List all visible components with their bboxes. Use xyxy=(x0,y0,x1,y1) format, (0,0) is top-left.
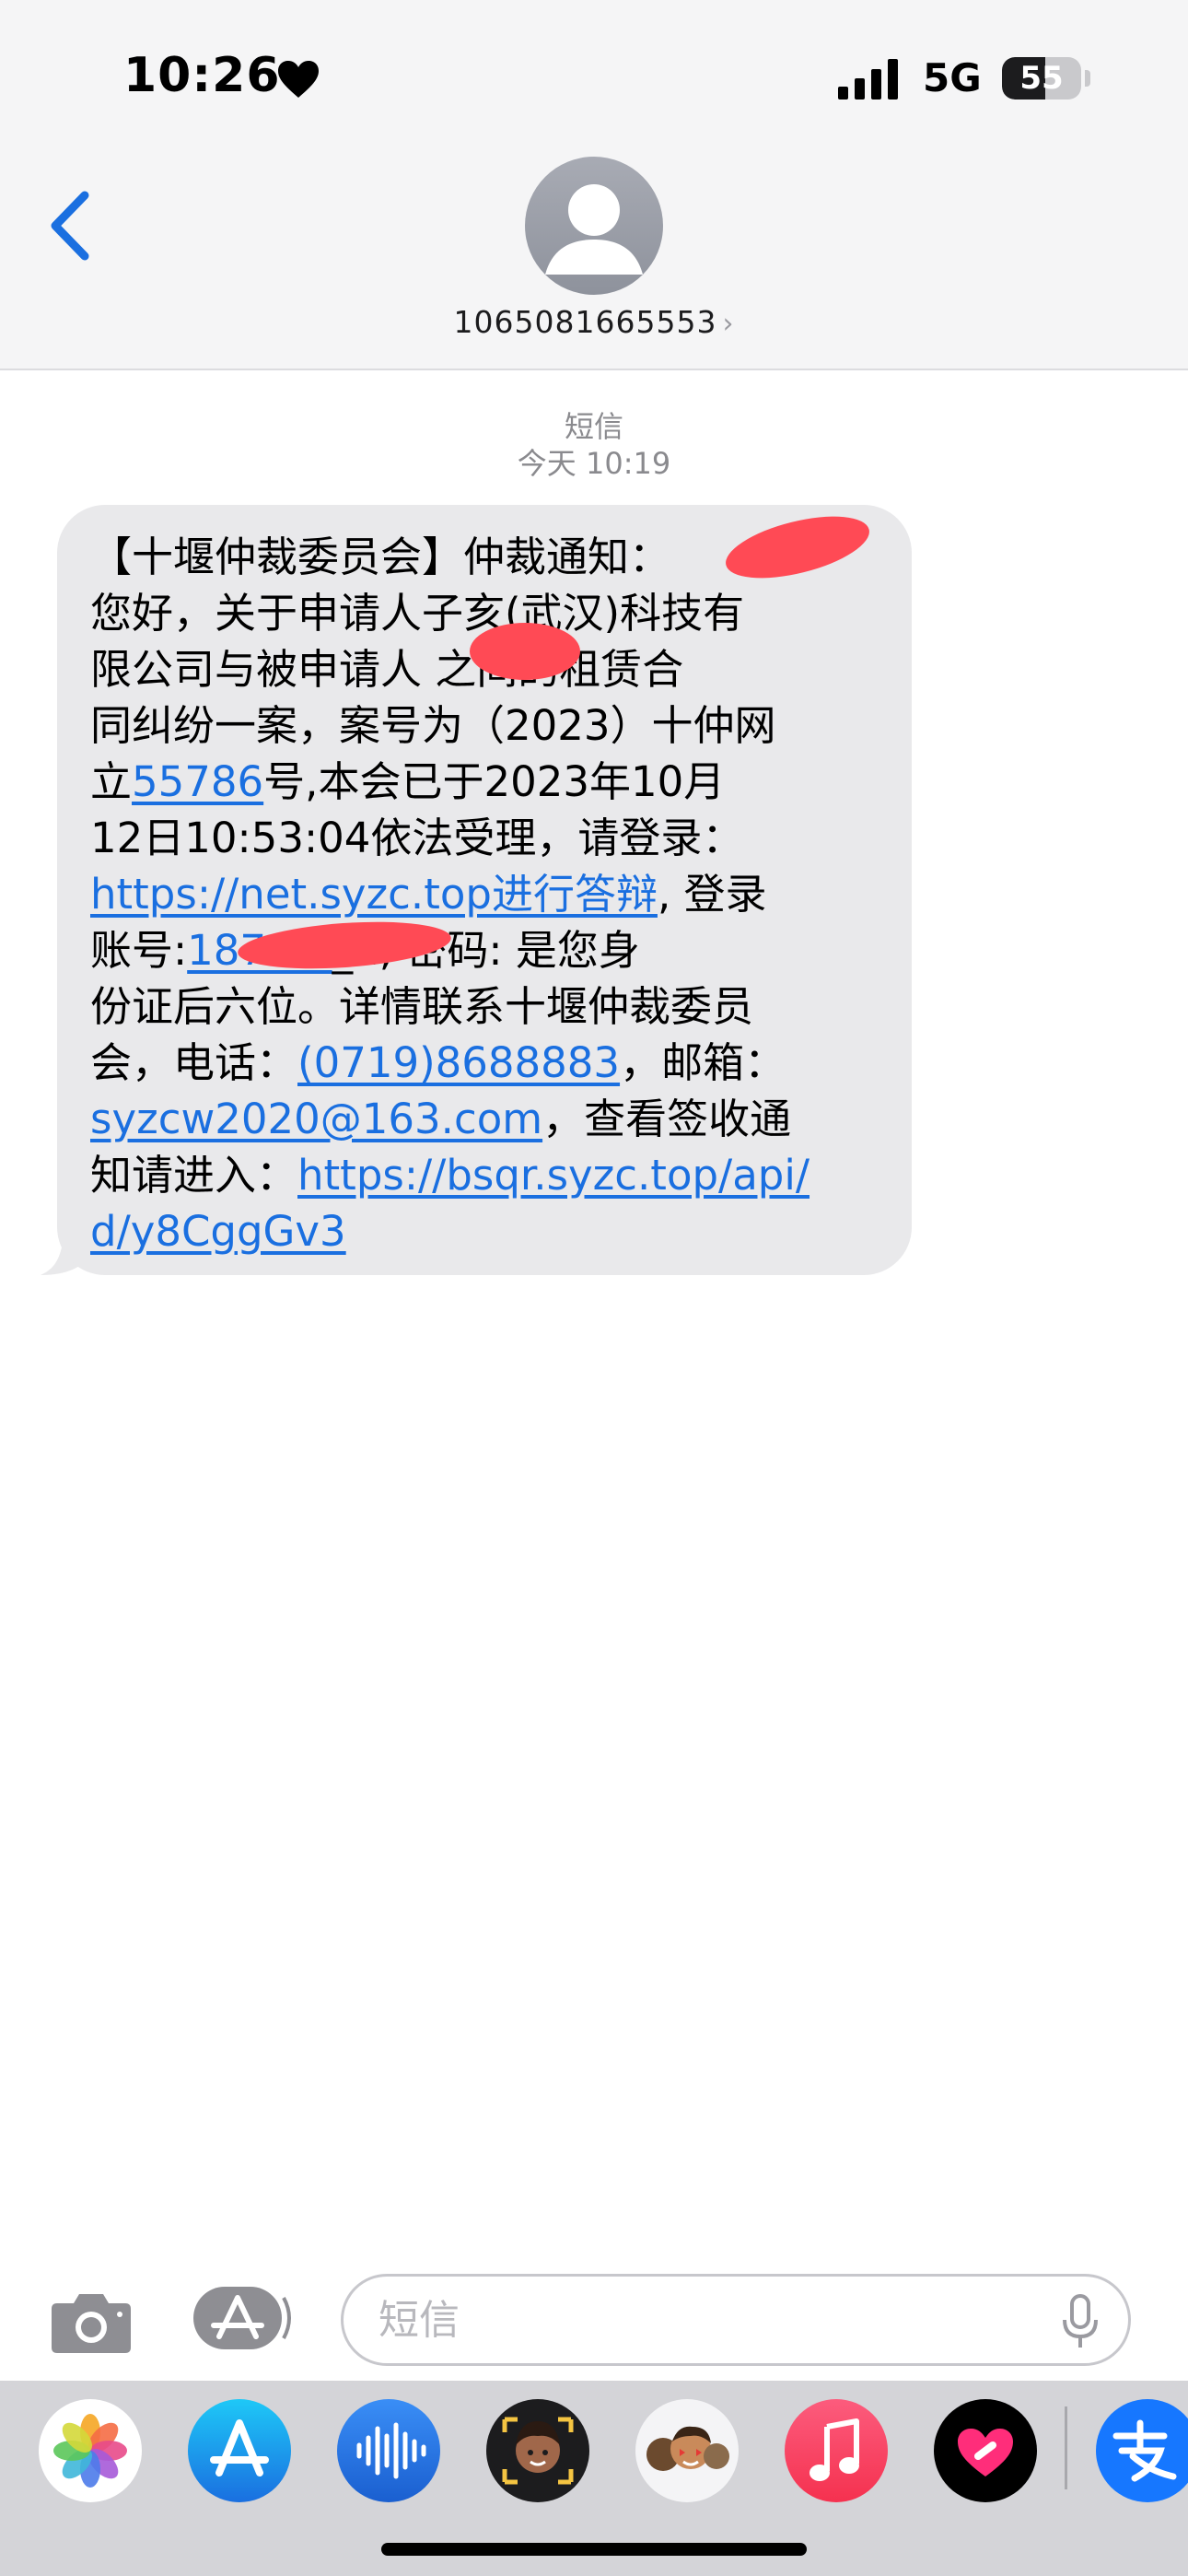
conversation-header: 10:26 5G 55 1065081665553 › xyxy=(0,0,1188,370)
message-text: 12日10:53:04依法受理，请登录： xyxy=(90,814,744,862)
message-line: 知请进入：https://bsqr.syzc.top/api/ xyxy=(90,1147,884,1203)
app-store-apps-icon[interactable] xyxy=(192,2285,293,2351)
message-line: syzcw2020@163.com，查看签收通 xyxy=(90,1091,884,1147)
message-text: ，查看签收通 xyxy=(542,1095,792,1143)
message-link[interactable]: syzcw2020@163.com xyxy=(90,1095,542,1143)
message-text: 【十堰仲裁委员会】仲裁通知： xyxy=(90,533,671,581)
status-time: 10:26 xyxy=(123,48,281,103)
contact-avatar[interactable] xyxy=(525,157,663,295)
message-line: 立55786号,本会已于2023年10月 xyxy=(90,754,884,810)
camera-icon[interactable] xyxy=(48,2289,134,2355)
microphone-icon[interactable] xyxy=(1057,2294,1103,2349)
memoji-app-icon[interactable] xyxy=(486,2399,589,2502)
person-silhouette-icon xyxy=(545,184,643,275)
cellular-signal-icon xyxy=(838,59,898,100)
message-link[interactable]: https://bsqr.syzc.top/api/ xyxy=(297,1151,809,1200)
message-text: , 登录 xyxy=(657,870,767,919)
message-text: 会，电话： xyxy=(90,1038,298,1087)
contact-number: 1065081665553 xyxy=(453,304,717,340)
battery-tip xyxy=(1085,70,1090,87)
alipay-app-icon[interactable] xyxy=(1096,2399,1188,2502)
message-link[interactable]: https://net.syzc.top进行答辩 xyxy=(90,870,658,919)
photos-app-icon[interactable] xyxy=(39,2399,142,2502)
home-indicator xyxy=(381,2543,807,2556)
audio-message-app-icon[interactable] xyxy=(337,2399,440,2502)
memoji-stickers-app-icon[interactable] xyxy=(635,2399,739,2502)
message-text: 知请进入： xyxy=(90,1151,298,1200)
redaction-mark xyxy=(470,623,580,680)
music-app-icon[interactable] xyxy=(785,2399,888,2502)
app-store-app-icon[interactable] xyxy=(188,2399,291,2502)
message-input[interactable] xyxy=(341,2274,1131,2366)
message-link[interactable]: 55786 xyxy=(132,757,263,806)
message-text: ，邮箱： xyxy=(620,1038,786,1087)
chevron-right-icon: › xyxy=(722,308,735,340)
battery-icon: 55 xyxy=(1002,57,1081,100)
back-chevron-icon[interactable] xyxy=(37,184,101,267)
message-line: 账号:187 91_2, 密码: 是您身 xyxy=(90,922,884,978)
message-text: 份证后六位。详情联系十堰仲裁委员 xyxy=(90,982,754,1031)
network-type-label: 5G xyxy=(923,55,982,100)
message-line: d/y8CggGv3 xyxy=(90,1203,884,1259)
drawer-separator xyxy=(1065,2406,1067,2489)
message-line: https://net.syzc.top进行答辩, 登录 xyxy=(90,866,884,922)
message-line: 同纠纷一案，案号为（2023）十仲网 xyxy=(90,697,884,754)
contact-name[interactable]: 1065081665553 › xyxy=(0,304,1188,340)
digital-touch-app-icon[interactable] xyxy=(934,2399,1037,2502)
message-line: 份证后六位。详情联系十堰仲裁委员 xyxy=(90,978,884,1035)
incoming-message-bubble[interactable]: 【十堰仲裁委员会】仲裁通知： 您好，关于申请人子亥(武汉)科技有 限公司与被申请人 … xyxy=(57,504,912,1275)
message-line: 会，电话：(0719)8688883，邮箱： xyxy=(90,1035,884,1091)
message-timestamp: 今天 10:19 xyxy=(517,446,671,481)
battery-percent: 55 xyxy=(1019,60,1064,97)
message-text: 同纠纷一案，案号为（2023）十仲网 xyxy=(90,701,776,750)
message-line: 12日10:53:04依法受理，请登录： xyxy=(90,810,884,866)
heart-icon xyxy=(278,61,319,98)
message-text: 限公司与被申请人 之间的租赁合 xyxy=(90,645,684,694)
message-link[interactable]: (0719)8688883 xyxy=(297,1038,620,1087)
message-text: 您好，关于申请人子亥(武汉)科技有 xyxy=(90,589,745,638)
message-text: 号,本会已于2023年10月 xyxy=(263,757,726,806)
message-text: 账号: xyxy=(90,926,188,975)
message-text: 立 xyxy=(90,757,133,806)
message-link[interactable]: d/y8CggGv3 xyxy=(90,1207,346,1256)
